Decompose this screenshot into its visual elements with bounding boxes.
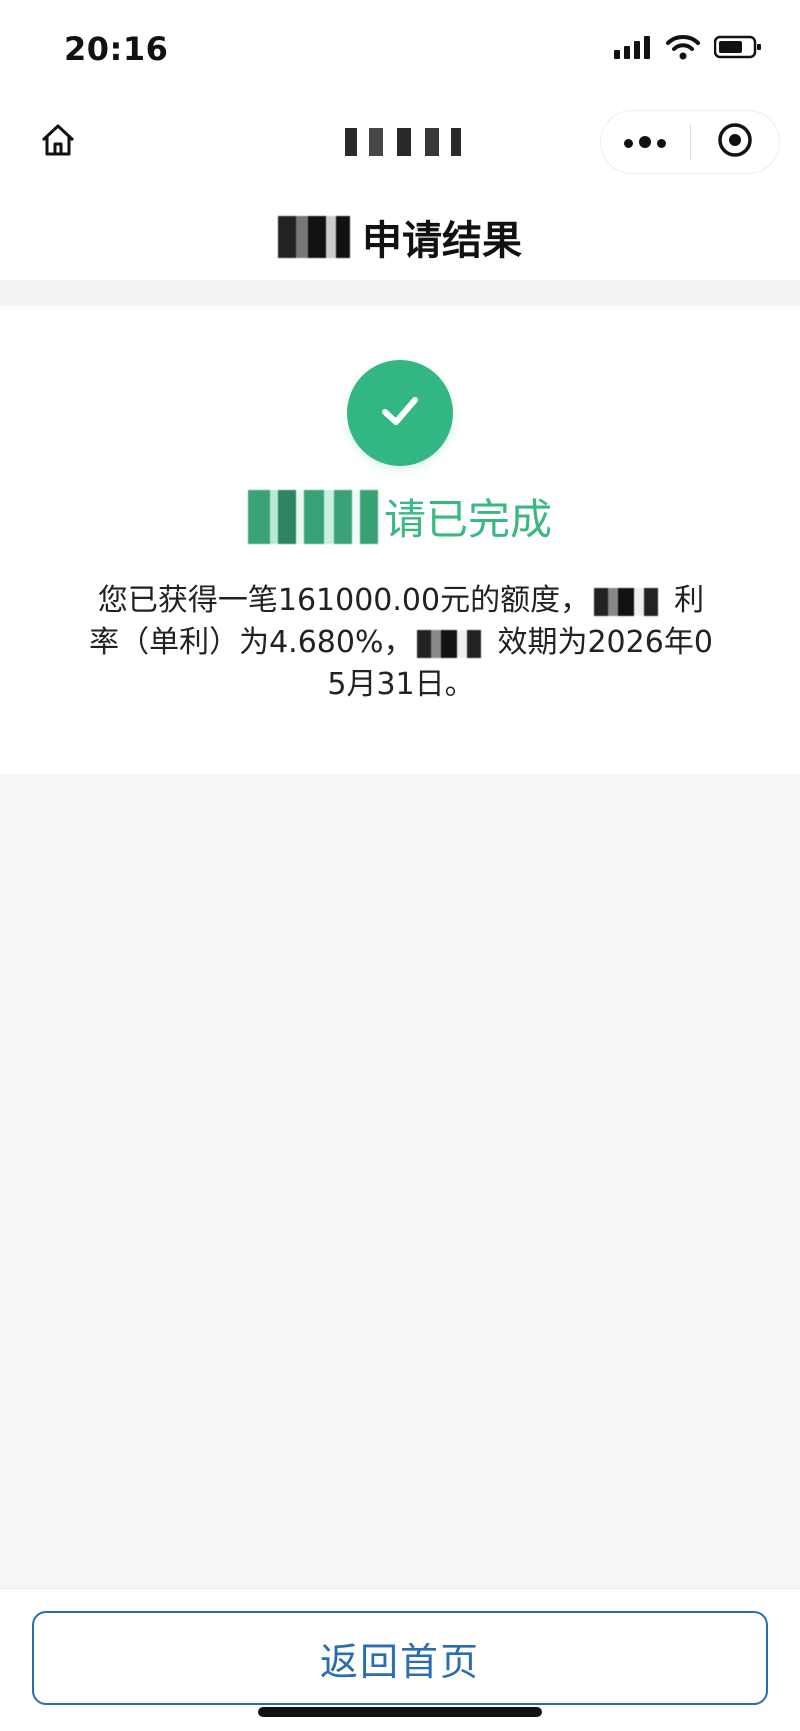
wifi-icon [666,34,700,64]
home-indicator [258,1707,542,1717]
screen: 20:16 申请结果 请已完成 您已获得一笔161000.00元的额度， 利率（… [0,0,800,1731]
result-message-part1: 您已获得一笔161000.00元的额度， [97,583,591,618]
status-icons [614,34,762,64]
masked-inline-text [594,587,671,616]
status-time: 20:16 [64,30,169,68]
signal-icon [614,35,652,63]
masked-text-block [278,216,356,258]
more-button[interactable] [601,111,690,173]
result-message: 您已获得一笔161000.00元的额度， 利率（单利）为4.680%， 效期为202… [86,580,716,706]
close-button[interactable] [691,111,780,173]
masked-inline-text-2 [417,629,494,658]
result-card: 请已完成 您已获得一笔161000.00元的额度， 利率（单利）为4.680%，效… [0,306,800,774]
check-icon [373,384,427,442]
page-header-title: 申请结果 [0,208,800,266]
nav-bar: 申请结果 [0,100,800,280]
battery-icon [713,34,762,64]
success-badge [347,360,453,466]
bottom-action-bar: 返回首页 [0,1588,800,1731]
close-target-icon [716,121,754,163]
status-bar: 20:16 [0,0,800,100]
mini-program-capsule [600,110,780,174]
result-title: 请已完成 [0,486,800,547]
result-title-text: 请已完成 [383,495,552,544]
masked-result-title [247,489,378,544]
masked-app-title [335,128,465,156]
section-gap [0,280,800,306]
return-home-button[interactable]: 返回首页 [32,1611,768,1705]
more-dots-icon [621,133,669,152]
page-header-title-text: 申请结果 [362,218,522,264]
